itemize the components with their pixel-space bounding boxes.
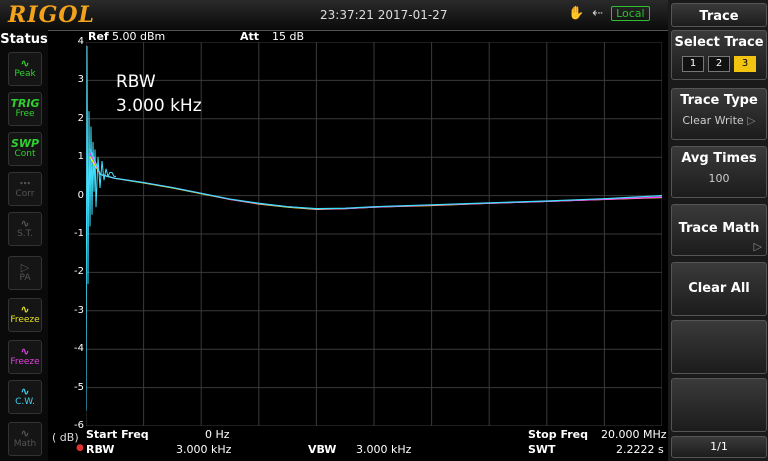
y-tick-label: 3 [77,74,84,86]
corr-button[interactable]: ⋯ Corr [8,172,42,206]
y-tick-label: 2 [77,112,84,124]
sweep-button[interactable]: SWP Cont [8,132,42,166]
stop-freq-value: 20.000 MHz [601,428,667,441]
trace-type-key[interactable]: Trace Type Clear Write ▷ [671,88,767,140]
source-tracking-button[interactable]: ∿ S.T. [8,212,42,246]
clear-write-trace-3-button[interactable]: ∿ C.W. [8,380,42,414]
system-icons: ✋ ⇠ Local [568,6,650,21]
chevron-right-icon: ▷ [753,240,762,253]
math-button[interactable]: ∿ Math [8,422,42,456]
trace-1-line [89,156,662,211]
chevron-right-icon: ▷ [747,114,756,127]
status-title: Status [0,32,48,47]
y-tick-label: 0 [77,189,84,201]
trace-2-line [89,153,662,210]
y-tick-label: -3 [74,304,84,316]
trace-3-line [89,149,662,210]
wave-icon: ∿ [20,345,30,358]
corr-icon: ⋯ [19,177,31,190]
start-freq-value: 0 Hz [205,428,230,441]
y-tick-label: 4 [77,36,84,47]
y-tick-label: -1 [74,228,84,239]
page-indicator: 1/1 [671,436,767,458]
y-tick-label: -2 [74,266,84,278]
annotation-rbw-label: RBW [116,72,156,92]
trace-1-option[interactable]: 1 [682,56,704,72]
low-frequency-burst [86,45,116,411]
local-badge[interactable]: Local [611,6,650,21]
empty-key-2[interactable] [671,378,767,432]
trigger-button[interactable]: TRIG Free [8,92,42,126]
y-tick-label: -4 [74,343,84,355]
y-tick-label: 1 [77,151,84,163]
hand-icon: ✋ [568,6,585,21]
vbw-label[interactable]: VBW [308,443,336,456]
wave-icon: ∿ [20,57,30,70]
freeze-trace-1-button[interactable]: ∿ Freeze [8,298,42,332]
vbw-value: 3.000 kHz [356,443,412,456]
y-tick-label: -5 [74,381,84,393]
top-bar: RIGOL 23:37:21 2017-01-27 ✋ ⇠ Local [0,0,668,31]
trace-2-option[interactable]: 2 [708,56,730,72]
trace-math-key[interactable]: Trace Math ▷ [671,204,767,256]
swt-label[interactable]: SWT [528,443,556,456]
rbw-marker-dot: ● [76,443,84,453]
softkey-panel: Trace Select Trace 1 2 3 Trace Type Clea… [668,0,768,461]
y-tick-label: -6 [74,420,84,431]
trace-3-option[interactable]: 3 [734,56,756,72]
wave-icon: ∿ [20,217,30,230]
avg-times-key[interactable]: Avg Times 100 [671,146,767,198]
clear-all-key[interactable]: Clear All [671,262,767,316]
annotation-rbw-value: 3.000 kHz [116,96,202,116]
start-freq-label[interactable]: Start Freq [86,428,149,441]
select-trace-key[interactable]: Select Trace 1 2 3 [671,30,767,80]
y-unit: ( dB) [52,431,79,444]
brand-logo: RIGOL [8,2,95,28]
amplifier-icon: ▷ [20,261,30,274]
preamp-button[interactable]: ▷ PA [8,256,42,290]
rbw-value: 3.000 kHz [176,443,232,456]
wave-icon: ∿ [20,427,30,440]
swt-value: 2.2222 s [616,443,664,456]
peak-button[interactable]: ∿ Peak [8,52,42,86]
empty-key-1[interactable] [671,320,767,374]
freeze-trace-2-button[interactable]: ∿ Freeze [8,340,42,374]
stop-freq-label[interactable]: Stop Freq [528,428,588,441]
rbw-label[interactable]: RBW [86,443,114,456]
menu-title: Trace [671,3,767,27]
wave-icon: ∿ [20,385,30,398]
avg-times-value: 100 [708,172,730,185]
usb-icon: ⇠ [592,6,604,21]
date-time: 23:37:21 2017-01-27 [320,8,448,22]
wave-icon: ∿ [20,303,30,316]
